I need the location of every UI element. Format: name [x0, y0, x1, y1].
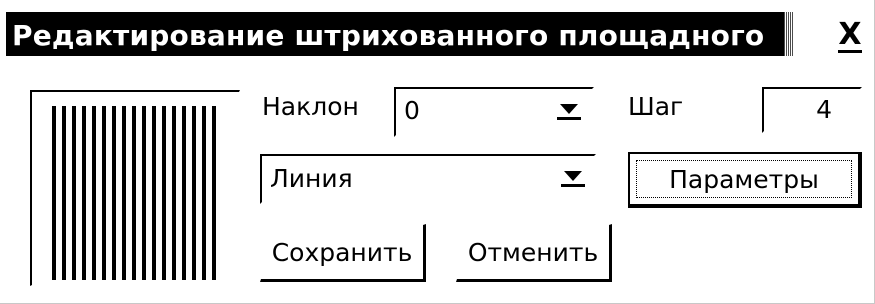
step-input[interactable]: 4 — [762, 87, 862, 133]
angle-label: Наклон — [262, 92, 359, 121]
parameters-button-label: Параметры — [636, 160, 852, 198]
hatch-edit-dialog: Редактирование штрихованного площадного … — [0, 0, 875, 304]
chevron-down-icon[interactable] — [558, 164, 588, 194]
hatch-preview — [30, 90, 240, 286]
save-button[interactable]: Сохранить — [260, 224, 426, 282]
parameters-button[interactable]: Параметры — [628, 152, 862, 208]
angle-select[interactable]: 0 — [394, 87, 594, 137]
hatch-pattern-swatch — [52, 106, 220, 280]
title-grip — [784, 12, 794, 56]
line-type-select[interactable]: Линия — [260, 154, 596, 204]
angle-value: 0 — [404, 96, 420, 125]
cancel-button[interactable]: Отменить — [456, 224, 612, 282]
dialog-title: Редактирование штрихованного площадного — [12, 19, 765, 52]
line-type-value: Линия — [270, 164, 353, 193]
title-bar[interactable]: Редактирование штрихованного площадного … — [6, 6, 869, 62]
close-icon: X — [838, 16, 862, 53]
step-value: 4 — [816, 95, 832, 124]
step-label: Шаг — [628, 92, 684, 121]
close-button[interactable]: X — [831, 16, 869, 56]
chevron-down-icon[interactable] — [554, 97, 584, 127]
